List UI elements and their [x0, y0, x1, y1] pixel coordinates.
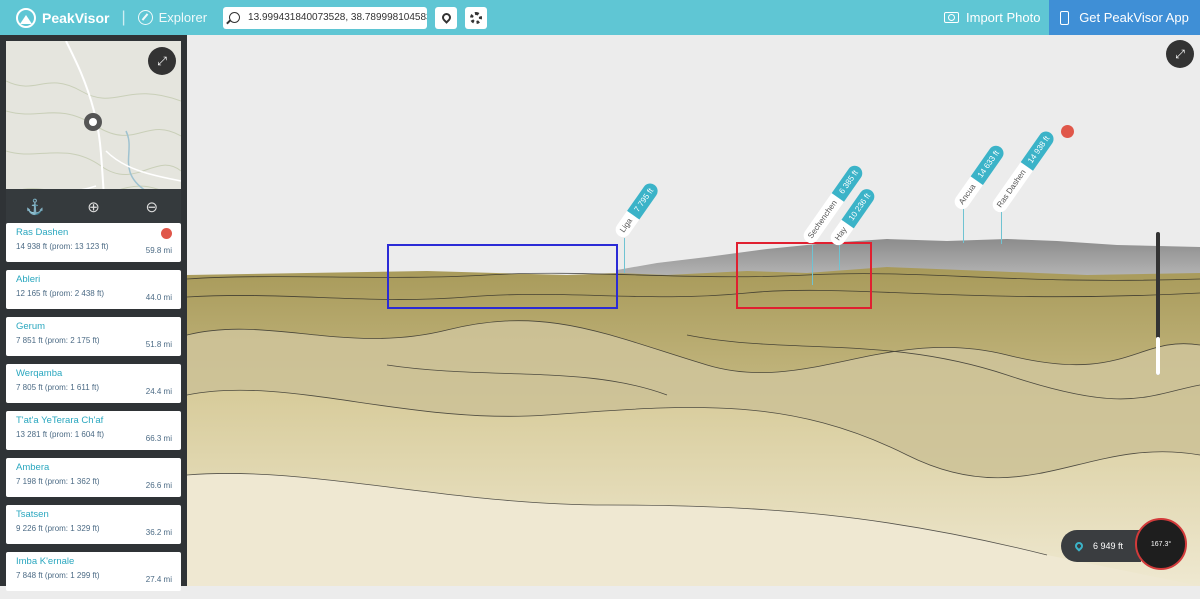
- highlight-box-blue: [387, 244, 618, 309]
- peak-distance: 26.6 mi: [145, 481, 172, 490]
- peak-list-item[interactable]: Ableri 12 165 ft (prom: 2 438 ft) 44.0 mi: [6, 270, 181, 309]
- peak-list-item[interactable]: Ras Dashen 14 938 ft (prom: 13 123 ft) 59.…: [6, 223, 181, 262]
- brand-name: PeakVisor: [42, 9, 110, 26]
- label-stem: [624, 238, 625, 273]
- peak-name: Gerum: [16, 321, 46, 332]
- minimap-toolbar: ⚓ ⊕ ⊖: [6, 189, 181, 224]
- anchor-icon[interactable]: ⚓: [20, 198, 50, 216]
- heading-value: 167.3°: [1150, 540, 1172, 548]
- summit-badge-icon: [161, 228, 172, 239]
- peak-distance: 59.8 mi: [145, 246, 172, 255]
- peak-list-item[interactable]: T'at'a YeTerara Ch'af 13 281 ft (prom: 1 …: [6, 411, 181, 450]
- peak-name: Werqamba: [16, 368, 63, 379]
- peak-distance: 44.0 mi: [145, 293, 172, 302]
- search-input[interactable]: [248, 12, 428, 23]
- peak-name: T'at'a YeTerara Ch'af: [16, 415, 104, 426]
- altitude-pin-icon: [1073, 540, 1085, 552]
- peak-distance: 36.2 mi: [145, 528, 172, 537]
- brand-logo[interactable]: PeakVisor: [16, 7, 110, 28]
- search-icon: [229, 12, 241, 23]
- phone-icon: [1060, 10, 1070, 25]
- sidebar: ⤢ ⚓ ⊕ ⊖ Ras Dashen 14 938 ft (prom: 13 12…: [0, 35, 187, 591]
- peak-list-item[interactable]: Tsatsen 9 226 ft (prom: 1 329 ft) 36.2 mi: [6, 505, 181, 544]
- explorer-label: Explorer: [158, 10, 208, 25]
- location-button[interactable]: [435, 6, 458, 29]
- peak-list-item[interactable]: Werqamba 7 805 ft (prom: 1 611 ft) 24.4 mi: [6, 364, 181, 403]
- minimap-expand-button[interactable]: ⤢: [148, 47, 176, 75]
- terrain-render: [187, 239, 1200, 586]
- import-photo-button[interactable]: Import Photo: [944, 0, 1040, 35]
- divider: |: [121, 8, 126, 26]
- peak-list-item[interactable]: Ambera 7 198 ft (prom: 1 362 ft) 26.6 mi: [6, 458, 181, 497]
- search-box[interactable]: [223, 6, 428, 29]
- peakvisor-logo-icon: [16, 7, 36, 28]
- peak-distance: 24.4 mi: [145, 387, 172, 396]
- highlight-box-red: [736, 242, 872, 309]
- zoom-out-icon[interactable]: ⊖: [137, 198, 167, 216]
- zoom-slider[interactable]: [1156, 232, 1160, 375]
- zoom-in-icon[interactable]: ⊕: [78, 198, 108, 216]
- getapp-label: Get PeakVisor App: [1079, 10, 1189, 25]
- import-label: Import Photo: [966, 10, 1041, 25]
- settings-button[interactable]: [465, 6, 488, 29]
- peak-list-item[interactable]: Imba K'ernale 7 848 ft (prom: 1 299 ft) 27…: [6, 552, 181, 591]
- peak-name: Ras Dashen: [16, 227, 69, 238]
- altitude-value: 6 949 ft: [1093, 541, 1124, 551]
- peak-name: Ableri: [16, 274, 41, 285]
- peak-list: Ras Dashen 14 938 ft (prom: 13 123 ft) 59.…: [6, 223, 181, 599]
- peak-distance: 51.8 mi: [145, 340, 172, 349]
- compass-dial[interactable]: 167.3°: [1135, 518, 1187, 570]
- get-app-button[interactable]: Get PeakVisor App: [1049, 0, 1200, 35]
- peak-name: Ambera: [16, 462, 50, 473]
- peak-list-item[interactable]: Gerum 7 851 ft (prom: 2 175 ft) 51.8 mi: [6, 317, 181, 356]
- panorama-view[interactable]: Liga 7 795 ft Sechenchen 6 385 ft Hay 10…: [187, 35, 1200, 586]
- explorer-link[interactable]: Explorer: [137, 10, 208, 25]
- top-bar: PeakVisor | Explorer Import Photo Get Pe…: [0, 0, 1200, 35]
- gear-icon: [470, 11, 483, 24]
- altitude-readout[interactable]: 6 949 ft: [1061, 530, 1141, 562]
- peak-name: Tsatsen: [16, 509, 49, 520]
- view-expand-button[interactable]: ⤢: [1166, 40, 1194, 68]
- label-stem: [812, 245, 813, 285]
- compass-icon: [137, 10, 153, 25]
- peak-distance: 27.4 mi: [145, 575, 172, 584]
- camera-icon: [944, 12, 959, 23]
- peak-distance: 66.3 mi: [145, 434, 172, 443]
- summit-flag-icon: [1061, 125, 1074, 138]
- peak-name: Imba K'ernale: [16, 556, 75, 567]
- location-pin-icon: [439, 11, 453, 24]
